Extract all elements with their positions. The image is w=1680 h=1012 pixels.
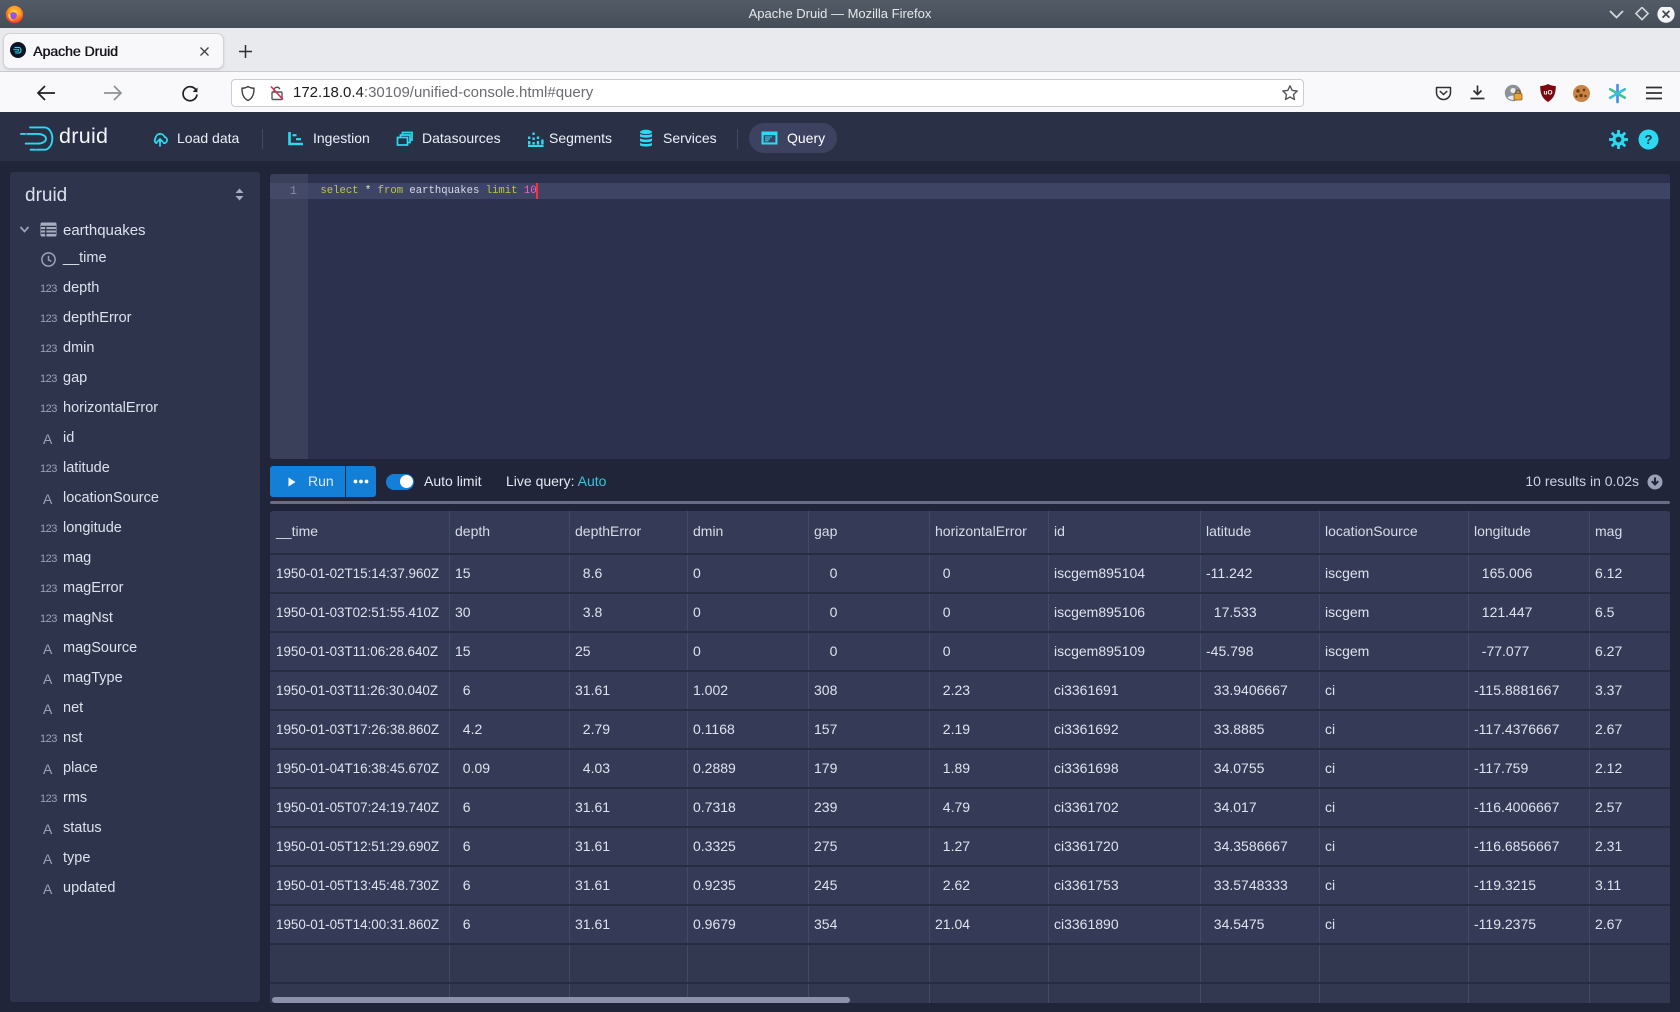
svg-text:?: ? bbox=[1645, 132, 1653, 147]
svg-text:uO: uO bbox=[1543, 90, 1552, 97]
